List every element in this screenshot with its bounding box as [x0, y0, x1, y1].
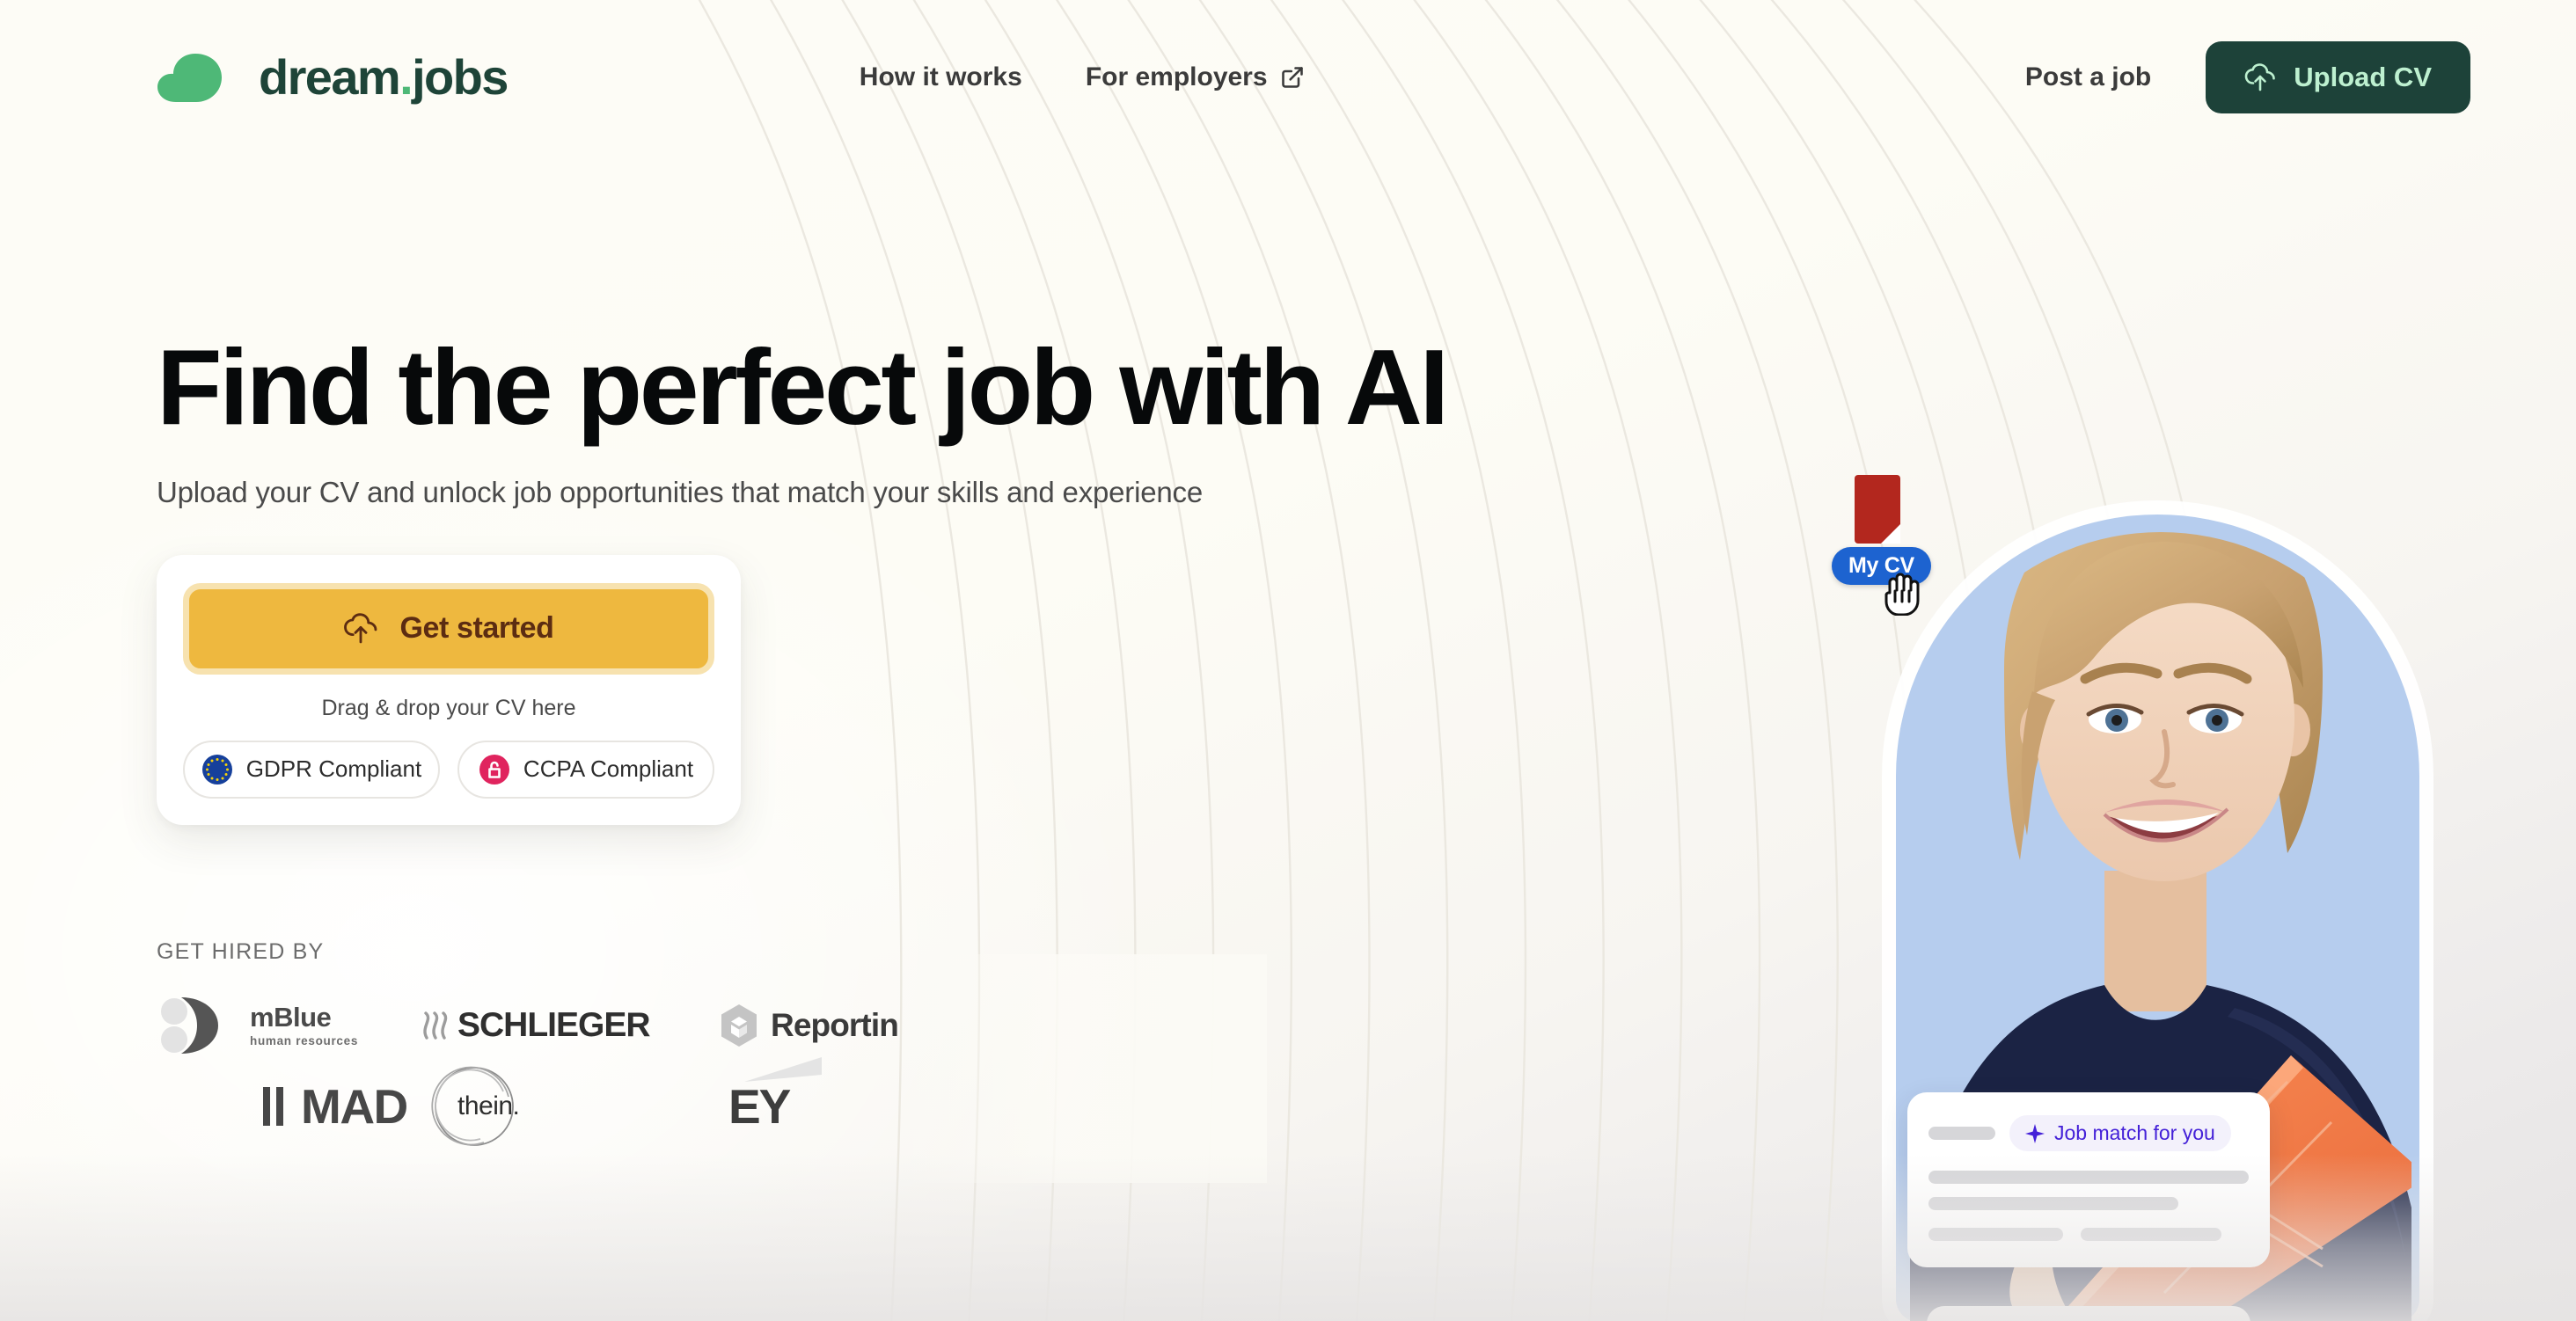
job-match-card-stack-back	[1927, 1306, 2250, 1321]
job-match-card-header: Job match for you	[1928, 1115, 2249, 1151]
mad-bars-icon	[263, 1087, 283, 1126]
cv-upload-card: Get started Drag & drop your CV here GDP…	[157, 554, 741, 825]
upload-cv-button[interactable]: Upload CV	[2206, 40, 2470, 113]
badge-ccpa[interactable]: CCPA Compliant	[457, 740, 714, 799]
drag-drop-hint: Drag & drop your CV here	[321, 695, 576, 720]
hero-section: Find the perfect job with AI Upload your…	[157, 327, 1652, 825]
cloud-upload-icon	[2244, 62, 2276, 91]
partner-name: SCHLIEGER	[457, 1006, 651, 1044]
cloud-upload-icon	[344, 613, 377, 644]
header-actions: Post a job Upload CV	[2025, 40, 2470, 113]
partner-logo-reportin: Reportin	[720, 1004, 899, 1047]
compliance-badges: GDPR Compliant CCPA Compliant	[183, 740, 714, 799]
nav-item-for-employers[interactable]: For employers	[1086, 62, 1305, 92]
external-link-icon	[1281, 66, 1303, 88]
job-match-chip[interactable]: Job match for you	[2009, 1115, 2231, 1151]
mblue-crescent-icon	[161, 997, 218, 1054]
partner-name: thein.	[457, 1091, 520, 1120]
partner-logo-row-1: mBlue human resources SCHLIEGER Reportin	[157, 988, 1300, 1063]
partner-logo-thein: thein.	[421, 1063, 720, 1149]
brand-name: dream.jobs	[259, 49, 509, 105]
landing-page: dream.jobs How it works For employers Po…	[0, 0, 2576, 1321]
unlocked-padlock-icon	[479, 754, 509, 785]
partner-name: Reportin	[771, 1007, 899, 1043]
partner-logo-schlieger: SCHLIEGER	[421, 1006, 720, 1045]
partner-logo-mad: MAD	[157, 1078, 421, 1135]
site-header: dream.jobs How it works For employers Po…	[0, 0, 2576, 154]
cv-dropzone[interactable]: Get started	[183, 582, 714, 675]
ey-beam-icon	[744, 1057, 822, 1082]
main-navigation: How it works For employers	[860, 62, 1305, 92]
partner-logo-mblue: mBlue human resources	[157, 994, 421, 1057]
post-a-job-link[interactable]: Post a job	[2025, 62, 2151, 92]
cloud-logo-icon	[157, 53, 222, 102]
get-started-label: Get started	[399, 611, 554, 646]
skeleton-bar	[1928, 1228, 2063, 1241]
job-match-skeleton-rows	[1928, 1171, 2249, 1210]
job-match-chip-label: Job match for you	[2054, 1121, 2215, 1144]
skeleton-bar	[1928, 1127, 1995, 1140]
job-match-card: Job match for you	[1907, 1092, 2270, 1267]
nav-item-label: For employers	[1085, 62, 1268, 91]
job-match-skeleton-footer	[1928, 1228, 2249, 1241]
nav-item-label: How it works	[859, 62, 1022, 91]
nav-item-how-it-works[interactable]: How it works	[860, 62, 1022, 92]
partner-logo-row-2: MAD thein. EY	[157, 1057, 1300, 1146]
badge-label: CCPA Compliant	[523, 755, 694, 783]
badge-label: GDPR Compliant	[245, 755, 422, 783]
grabbing-hand-cursor-icon	[1884, 573, 1920, 616]
schlieger-waves-icon	[423, 1011, 448, 1040]
skeleton-bar	[2080, 1228, 2222, 1241]
sparkle-icon	[2025, 1123, 2045, 1143]
get-hired-by-title: GET HIRED BY	[157, 939, 325, 964]
reportin-hexagon-icon	[721, 1004, 757, 1047]
brand-logo[interactable]: dream.jobs	[157, 48, 509, 106]
badge-gdpr[interactable]: GDPR Compliant	[183, 740, 440, 799]
upload-cv-label: Upload CV	[2294, 61, 2432, 92]
brand-dot: .	[399, 49, 413, 105]
partner-logo-ey: EY	[720, 1057, 822, 1135]
eu-flag-icon	[201, 754, 232, 785]
skeleton-bar	[1928, 1197, 2178, 1210]
partner-name: mBlue	[250, 1002, 332, 1033]
page-title: Find the perfect job with AI	[157, 327, 1449, 447]
pdf-document-icon	[1855, 475, 1900, 544]
skeleton-bar	[1928, 1171, 2249, 1184]
hero-subtitle: Upload your CV and unlock job opportunit…	[157, 475, 1203, 508]
partner-name: EY	[728, 1079, 791, 1134]
partner-name: MAD	[301, 1079, 408, 1134]
get-hired-by-section: GET HIRED BY mBlue human resources SCHLI…	[157, 939, 1300, 1146]
partner-tagline: human resources	[250, 1034, 359, 1048]
hero-illustration: My CV Job match for you	[1795, 378, 2516, 1321]
